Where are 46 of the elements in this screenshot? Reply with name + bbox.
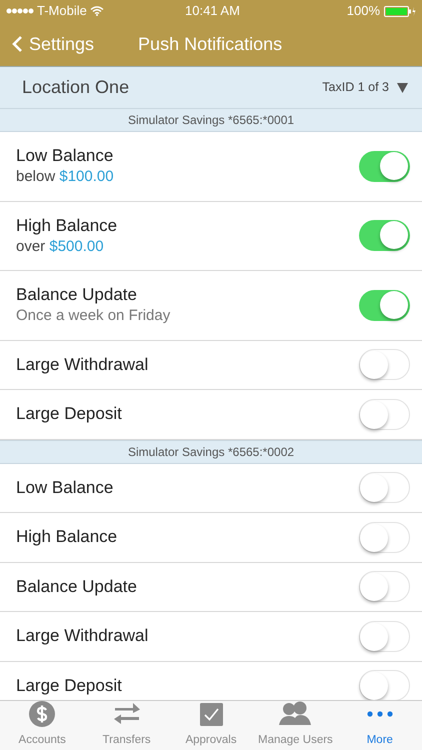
toggle-switch[interactable] [359,620,410,652]
clock-time: 10:41 AM [185,2,240,20]
toggle-switch[interactable] [359,220,410,252]
toggle-switch[interactable] [359,571,410,602]
toggle-switch[interactable] [359,398,410,430]
battery-percent: 100% [346,2,380,20]
chevron-left-icon [12,35,23,53]
wifi-icon [90,6,104,16]
carrier-name: T-Mobile [37,2,87,20]
setting-label: Large Withdrawal [16,354,148,376]
tab-bar-item[interactable]: Approvals [168,701,254,750]
toggle-switch[interactable] [359,290,410,321]
tab-bar-item[interactable]: More [338,701,422,750]
toggle-switch[interactable] [359,150,410,182]
setting-label: Low Balance [16,145,114,168]
setting-detail: Once a week on Friday [16,306,170,326]
page-title: Push Notifications [138,32,282,56]
toggle-switch[interactable] [359,472,410,504]
setting-label: Large Withdrawal [16,625,148,648]
back-button[interactable]: Settings [0,30,94,58]
dropdown-triangle-icon [397,82,408,92]
more-dots-icon [366,711,393,718]
toggle-switch[interactable] [359,522,410,553]
setting-label: Large Deposit [16,403,122,426]
people-icon [279,701,312,728]
setting-label: High Balance [16,214,118,237]
setting-detail: below $100.00 [16,167,114,188]
section-header: Simulator Savings *6565:*0002 [128,444,294,460]
tab-bar-item[interactable]: Manage Users [253,701,338,750]
battery-icon [384,6,416,16]
checkbox-icon [200,702,223,726]
setting-label: High Balance [16,526,118,548]
tab-bar-item[interactable]: Accounts [0,701,84,750]
section-header: Simulator Savings *6565:*0001 [128,112,294,129]
setting-label: Low Balance [16,476,114,499]
toggle-switch[interactable] [359,670,410,700]
setting-label: Balance Update [16,284,138,306]
swap-arrows-icon [112,702,141,726]
location-name: Location One [22,76,130,99]
signal-icon [6,8,34,14]
setting-label: Balance Update [16,576,137,598]
toggle-switch[interactable] [359,349,410,380]
setting-label: Large Deposit [16,674,122,697]
setting-detail: over $500.00 [16,236,105,257]
tab-bar-item[interactable]: Transfers [84,701,169,750]
taxid-selector[interactable]: TaxID 1 of 3 [322,78,408,97]
